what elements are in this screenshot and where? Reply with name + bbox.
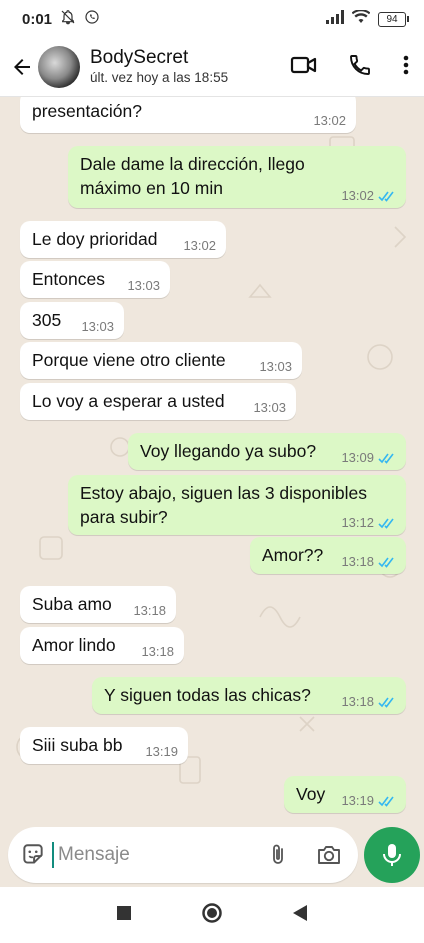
message-time: 13:03 (259, 359, 292, 374)
recents-square-icon[interactable] (117, 905, 131, 925)
system-nav-bar (0, 887, 424, 943)
message-text: Porque viene otro cliente (32, 350, 226, 370)
status-bar: 0:01 94 (0, 0, 424, 38)
message-incoming[interactable]: Siii suba bb 13:19 (20, 727, 188, 764)
message-composer[interactable] (8, 827, 358, 883)
message-time: 13:18 (141, 644, 174, 659)
message-time: 13:03 (253, 400, 286, 415)
message-time: 13:09 (341, 450, 374, 465)
status-time: 0:01 (22, 10, 53, 28)
message-outgoing[interactable]: Voy llegando ya subo? 13:09 (128, 433, 406, 470)
text-cursor (52, 842, 54, 868)
message-time: 13:03 (81, 319, 114, 334)
more-vert-icon[interactable] (402, 53, 410, 82)
double-check-read-icon (378, 796, 396, 807)
message-outgoing[interactable]: Y siguen todas las chicas? 13:18 (92, 677, 406, 714)
sticker-icon[interactable] (20, 842, 46, 868)
composer-bar (0, 825, 424, 887)
chat-area[interactable]: presentación? 13:02 Dale dame la direcci… (0, 97, 424, 825)
chat-header: BodySecret últ. vez hoy a las 18:55 (0, 38, 424, 97)
double-check-read-icon (378, 518, 396, 529)
contact-info[interactable]: BodySecret últ. vez hoy a las 18:55 (90, 47, 228, 87)
back-triangle-icon[interactable] (293, 904, 307, 926)
message-incoming[interactable]: Lo voy a esperar a usted 13:03 (20, 383, 296, 420)
message-incoming[interactable]: Le doy prioridad 13:02 (20, 221, 226, 258)
double-check-read-icon (378, 697, 396, 708)
camera-icon[interactable] (316, 843, 342, 867)
double-check-read-icon (378, 453, 396, 464)
message-time: 13:19 (145, 744, 178, 759)
mic-icon (381, 842, 403, 868)
message-incoming[interactable]: presentación? 13:02 (20, 97, 356, 133)
message-time: 13:18 (133, 603, 166, 618)
message-time: 13:12 (341, 515, 374, 530)
message-input[interactable] (56, 843, 250, 867)
home-circle-icon[interactable] (201, 902, 223, 929)
message-outgoing[interactable]: Dale dame la dirección, llego máximo en … (68, 146, 406, 208)
double-check-read-icon (378, 557, 396, 568)
message-text: presentación? (32, 101, 142, 121)
message-outgoing[interactable]: Voy 13:19 (284, 776, 406, 813)
signal-icon (326, 10, 344, 28)
message-time: 13:18 (341, 694, 374, 709)
message-time: 13:02 (183, 238, 216, 253)
message-text: Lo voy a esperar a usted (32, 391, 225, 411)
message-time: 13:03 (127, 278, 160, 293)
back-arrow-icon[interactable] (8, 55, 36, 79)
message-incoming[interactable]: Entonces 13:03 (20, 261, 170, 298)
message-incoming[interactable]: 305 13:03 (20, 302, 124, 339)
whatsapp-icon (84, 9, 100, 29)
mute-bell-icon (60, 9, 76, 29)
wifi-icon (351, 9, 371, 28)
message-text: Estoy abajo, siguen las 3 disponibles pa… (80, 483, 367, 527)
video-call-icon[interactable] (290, 53, 318, 82)
message-time: 13:18 (341, 554, 374, 569)
mic-button[interactable] (364, 827, 420, 883)
message-incoming[interactable]: Amor lindo 13:18 (20, 627, 184, 664)
message-time: 13:19 (341, 793, 374, 808)
last-seen: últ. vez hoy a las 18:55 (90, 70, 229, 85)
battery-level: 94 (386, 13, 398, 25)
contact-name: BodySecret (90, 47, 189, 68)
message-text: Dale dame la dirección, llego máximo en … (80, 154, 305, 198)
phone-icon[interactable] (348, 53, 372, 82)
message-outgoing[interactable]: Amor?? 13:18 (250, 537, 406, 574)
attach-icon[interactable] (266, 842, 290, 868)
battery-icon: 94 (378, 11, 409, 27)
double-check-read-icon (378, 191, 396, 202)
message-time: 13:02 (341, 188, 374, 203)
message-time: 13:02 (313, 113, 346, 128)
avatar[interactable] (38, 46, 80, 88)
message-outgoing[interactable]: Estoy abajo, siguen las 3 disponibles pa… (68, 475, 406, 535)
message-incoming[interactable]: Suba amo 13:18 (20, 586, 176, 623)
message-incoming[interactable]: Porque viene otro cliente 13:03 (20, 342, 302, 379)
